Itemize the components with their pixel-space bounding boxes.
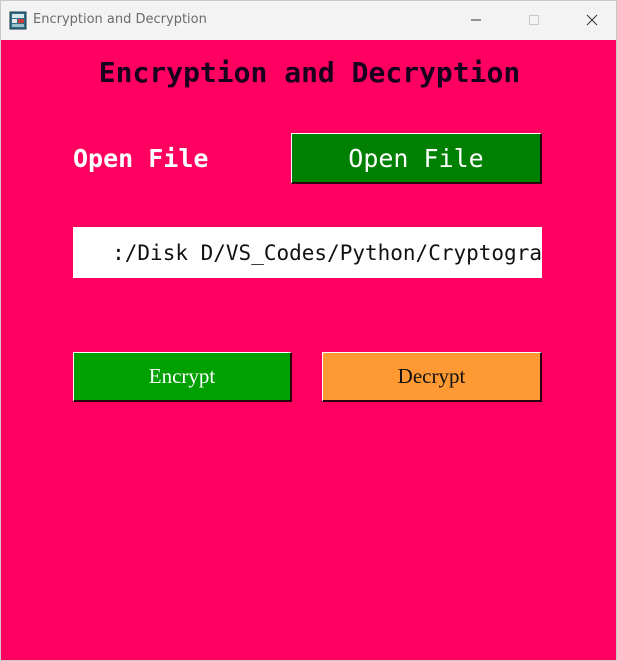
encrypt-button[interactable]: Encrypt [73,352,292,402]
page-title: Encryption and Decryption [98,56,521,89]
close-icon [586,11,598,30]
decrypt-button-label: Decrypt [397,364,466,388]
close-button[interactable] [569,1,615,40]
app-window-icon [9,11,27,30]
app-content: Encryption and Decryption Open File Open… [1,40,616,660]
app-window: Encryption and Decryption Encryption and… [0,0,617,661]
open-file-button-label: Open File [348,143,484,173]
file-path-field[interactable]: :/Disk D/VS_Codes/Python/Cryptogra [73,227,542,278]
maximize-icon [528,11,540,30]
open-file-button[interactable]: Open File [291,133,542,184]
encrypt-button-label: Encrypt [148,364,216,388]
window-title: Encryption and Decryption [33,12,207,27]
maximize-button[interactable] [511,1,557,40]
title-bar[interactable]: Encryption and Decryption [1,1,616,40]
minimize-button[interactable] [453,1,499,40]
file-path-value: :/Disk D/VS_Codes/Python/Cryptogra [112,240,542,265]
decrypt-button[interactable]: Decrypt [322,352,542,402]
minimize-icon [470,11,482,30]
open-file-label: Open File [73,144,209,173]
